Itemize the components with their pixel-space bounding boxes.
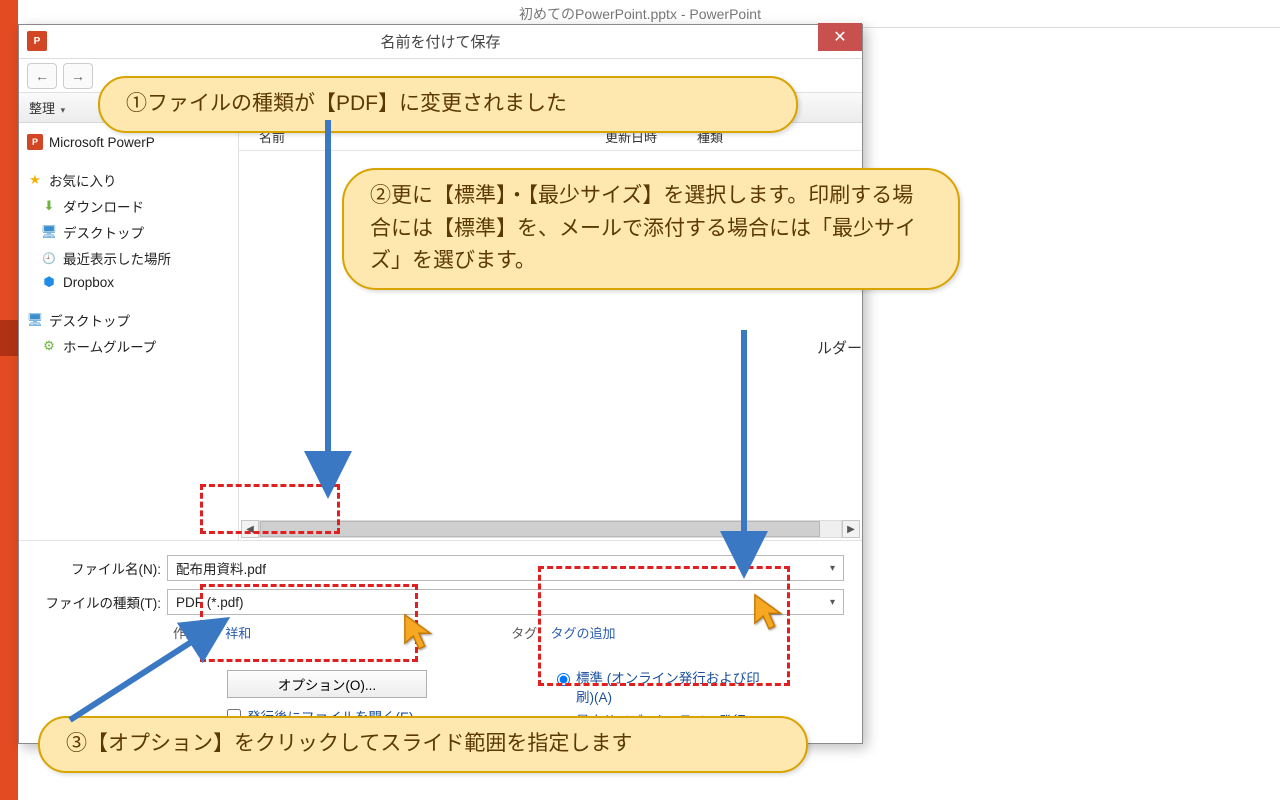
- arrow-3: [60, 620, 240, 730]
- filetype-select[interactable]: PDF (*.pdf) ▾: [167, 589, 844, 615]
- star-icon: ★: [27, 172, 43, 188]
- chevron-down-icon: ▾: [61, 105, 66, 115]
- filetype-label: ファイルの種類(T):: [37, 592, 167, 612]
- options-button[interactable]: オプション(O)...: [227, 670, 427, 698]
- powerpoint-icon: P: [27, 31, 47, 51]
- cursor-icon: [752, 592, 786, 632]
- sidebar-item-dropbox[interactable]: ⬢ Dropbox: [19, 271, 238, 293]
- arrow-1: [316, 120, 346, 490]
- dialog-title-bar: P 名前を付けて保存 ✕: [19, 25, 862, 59]
- close-button[interactable]: ✕: [818, 23, 862, 51]
- callout-2: ②更に【標準】・【最少サイズ】を選択します。印刷する場合には【標準】を、メールで…: [342, 168, 960, 290]
- arrow-2: [732, 330, 762, 570]
- sidebar-item-homegroup[interactable]: ⚙ ホームグループ: [19, 333, 238, 359]
- nav-forward-button[interactable]: →: [63, 63, 93, 89]
- homegroup-icon: ⚙: [41, 338, 57, 354]
- callout-1: ①ファイルの種類が【PDF】に変更されました: [98, 76, 798, 133]
- sidebar-item-desktop[interactable]: 🖥 デスクトップ: [19, 219, 238, 245]
- powerpoint-sidebar-strip: [0, 0, 18, 800]
- dropbox-icon: ⬢: [41, 274, 57, 290]
- desktop-icon: 🖥: [41, 224, 57, 240]
- cursor-icon: [402, 612, 436, 652]
- scroll-left-icon[interactable]: ◀: [241, 520, 259, 538]
- desktop-icon: 🖥: [27, 312, 43, 328]
- tag-add-link[interactable]: タグの追加: [551, 626, 616, 641]
- sidebar-item-desktop2[interactable]: 🖥 デスクトップ: [19, 307, 238, 333]
- nav-back-button[interactable]: ←: [27, 63, 57, 89]
- sidebar-item-downloads[interactable]: ⬇ ダウンロード: [19, 193, 238, 219]
- tag-label: タグ:: [511, 626, 541, 641]
- sidebar-item-favorites[interactable]: ★ お気に入り: [19, 167, 238, 193]
- recent-icon: 🕘: [41, 250, 57, 266]
- powerpoint-icon: P: [27, 134, 43, 150]
- scroll-right-icon[interactable]: ▶: [842, 520, 860, 538]
- dialog-title: 名前を付けて保存: [380, 31, 500, 52]
- chevron-down-icon: ▾: [830, 563, 835, 574]
- chevron-down-icon: ▾: [830, 597, 835, 608]
- sidebar-item-recent[interactable]: 🕘 最近表示した場所: [19, 245, 238, 271]
- radio-standard[interactable]: 標準 (オンライン発行および印刷)(A): [557, 670, 777, 706]
- folder-text-fragment: ルダー: [817, 337, 862, 358]
- sidebar-item-mspp[interactable]: P Microsoft PowerP: [19, 131, 238, 153]
- download-icon: ⬇: [41, 198, 57, 214]
- filename-label: ファイル名(N):: [37, 558, 167, 578]
- organize-menu[interactable]: 整理 ▾: [29, 98, 65, 117]
- horizontal-scrollbar[interactable]: ◀ ▶: [241, 520, 860, 538]
- folder-sidebar: P Microsoft PowerP ★ お気に入り ⬇ ダウンロード 🖥 デス…: [19, 123, 239, 540]
